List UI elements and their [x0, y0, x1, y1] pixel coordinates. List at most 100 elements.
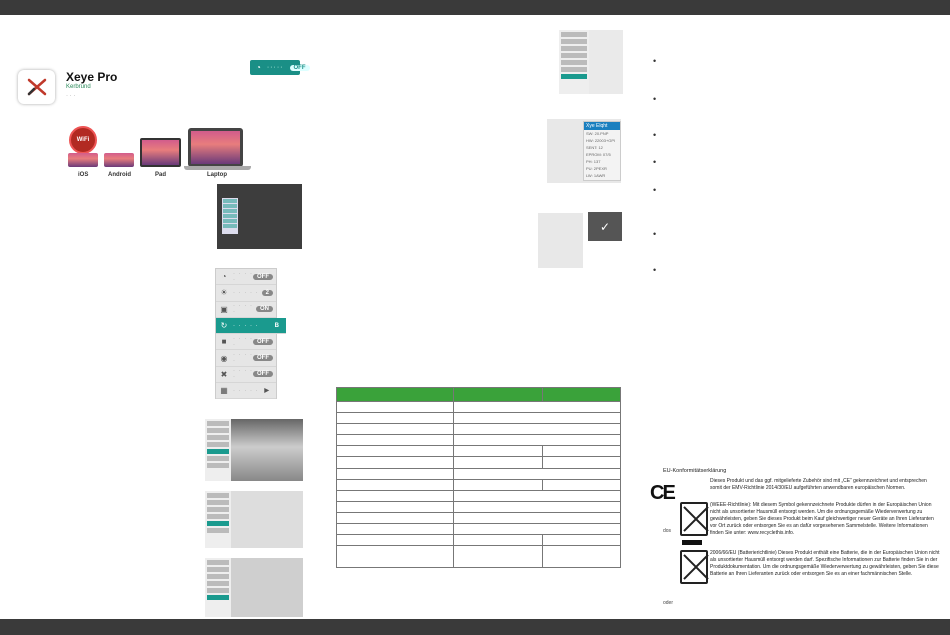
bullet: •: [653, 56, 657, 66]
menu-row-value: B: [274, 322, 279, 329]
menu-row-brightness[interactable]: ☀ · · · · · 2: [216, 285, 276, 302]
menu-row-dots: · · · · ·: [233, 368, 253, 381]
bullet: •: [653, 157, 657, 167]
table-row: [336, 412, 621, 425]
wifi-icon: ◔: [221, 272, 227, 282]
target-icon: ◉: [220, 353, 228, 363]
menu-row-value: ▶: [264, 388, 269, 395]
side-panel: [559, 30, 589, 94]
device-label-laptop: Laptop: [207, 172, 227, 178]
info-line: PU: 2PEXR: [586, 166, 607, 171]
table-row: [336, 445, 621, 458]
table-row: [336, 534, 621, 547]
frame-icon: ■: [221, 337, 227, 347]
info-line: SW: 20.PNP: [586, 131, 609, 136]
menu-row-dots: · · · · ·: [233, 322, 259, 329]
bullet: •: [653, 229, 657, 239]
pad-device-image: [140, 138, 181, 167]
weee-bin-icon: [680, 502, 708, 536]
rotate-icon: ↻: [220, 321, 228, 331]
table-row: [336, 434, 621, 447]
table-row: [336, 500, 621, 513]
wifi-circle-icon: WiFi: [69, 126, 97, 154]
bullet: •: [653, 130, 657, 140]
app-icon[interactable]: [18, 70, 55, 104]
app-subtitle: Kerbrund: [66, 84, 91, 90]
side-panel: [205, 419, 231, 481]
menu-screenshot-top: [559, 30, 623, 94]
thermal-view-screenshot: [205, 419, 303, 481]
submenu-screenshot: [205, 491, 303, 548]
laptop-base: [184, 166, 251, 170]
ce-mark-icon: CE: [650, 482, 676, 504]
menu-row-value: 2: [261, 289, 273, 296]
info-header: Xye Elqht: [584, 122, 620, 130]
menu-row-camera[interactable]: ▣ · · · · · ON: [216, 302, 276, 318]
menu-row-wifi[interactable]: ◔ · · · · · OFF: [216, 269, 276, 286]
brightness-icon: ☀: [220, 288, 228, 298]
mini-menu: [222, 198, 238, 234]
table-row: [336, 467, 621, 480]
reset-menu-screenshot: [538, 213, 583, 268]
wifi-value: OFF: [289, 64, 310, 71]
side-word-dos: dos: [663, 528, 672, 534]
menu-row-dots: · · · · ·: [233, 289, 259, 296]
device-info-box: Xye Elqht SW: 20.PNP HW: 22003+GPI SENT:…: [583, 121, 621, 181]
ios-device-image: [68, 153, 98, 167]
menu-row-target[interactable]: ◉ · · · · · OFF: [216, 350, 276, 367]
menu-row-fan[interactable]: ✖ · · · · · OFF: [216, 367, 276, 384]
table-row: [336, 545, 621, 569]
xeye-logo-icon: [27, 78, 46, 96]
menu-row-dots: · · · · ·: [233, 270, 253, 283]
device-label-pad: Pad: [155, 172, 167, 178]
device-label-android: Android: [108, 172, 131, 178]
spec-table: [336, 387, 621, 569]
android-device-image: [104, 153, 134, 167]
menu-row-dots: · · · · ·: [233, 387, 259, 394]
app-title: Xeye Pro: [66, 70, 118, 84]
reset-confirm-icon: ✓: [588, 212, 622, 241]
info-line: HW: 22003+GPI: [586, 138, 616, 143]
table-row: [336, 456, 621, 469]
side-word-oder: oder: [663, 600, 674, 606]
menu-row-value: OFF: [253, 371, 273, 378]
eu-paragraph-weee: (WEEE-Richtlinie): Mit diesem Symbol gek…: [710, 502, 934, 536]
wifi-dots: ·····: [266, 64, 284, 71]
eu-declaration-title: EU-Konformitätserklärung: [663, 468, 727, 474]
menu-row-frame[interactable]: ■ · · · · · OFF: [216, 334, 276, 351]
menu-row-dots: · · · · ·: [233, 303, 253, 316]
menu-row-rotate[interactable]: ↻ · · · · · B: [216, 317, 286, 335]
info-line: SENT: 12: [586, 145, 603, 150]
top-bar: [0, 0, 950, 15]
wifi-icon: ◔: [256, 63, 261, 72]
menu-row-value: OFF: [253, 355, 273, 362]
battery-bin-icon: [680, 550, 708, 584]
settings-menu: ◔ · · · · · OFF ☀ · · · · · 2 ▣ · · · · …: [215, 268, 286, 400]
info-line: EPROM: 07/5: [586, 152, 611, 157]
weee-bar: [682, 540, 702, 545]
bullet: •: [653, 265, 657, 275]
side-panel: [205, 558, 231, 617]
grid-icon: ▦: [220, 386, 228, 396]
table-row: [336, 423, 621, 436]
submenu-screenshot-2: [205, 558, 303, 617]
info-line: PH: 137: [586, 159, 601, 164]
menu-row-dots: · · · · ·: [233, 335, 253, 348]
bullet: •: [653, 94, 657, 104]
bullet: •: [653, 185, 657, 195]
table-row: [336, 400, 621, 414]
wifi-toggle-badge: ◔ ····· OFF: [250, 60, 310, 75]
side-panel: [205, 491, 231, 548]
info-line: LW: 1AWR: [586, 173, 606, 178]
table-row: [336, 523, 621, 536]
table-row: [336, 478, 621, 491]
eu-paragraph-battery: 2006/66/EU (Batterierichtlinie) Dieses P…: [710, 550, 940, 577]
laptop-device-image: [188, 128, 243, 167]
fan-icon: ✖: [220, 369, 228, 379]
menu-row-dots: · · · · ·: [233, 352, 253, 365]
app-more: · · ·: [66, 93, 76, 99]
device-label-ios: iOS: [78, 172, 89, 178]
menu-row-grid[interactable]: ▦ · · · · · ▶: [216, 383, 276, 400]
table-row: [336, 511, 621, 525]
eu-paragraph-ce: Dieses Produkt und das ggf. mitgeliefert…: [710, 478, 927, 491]
